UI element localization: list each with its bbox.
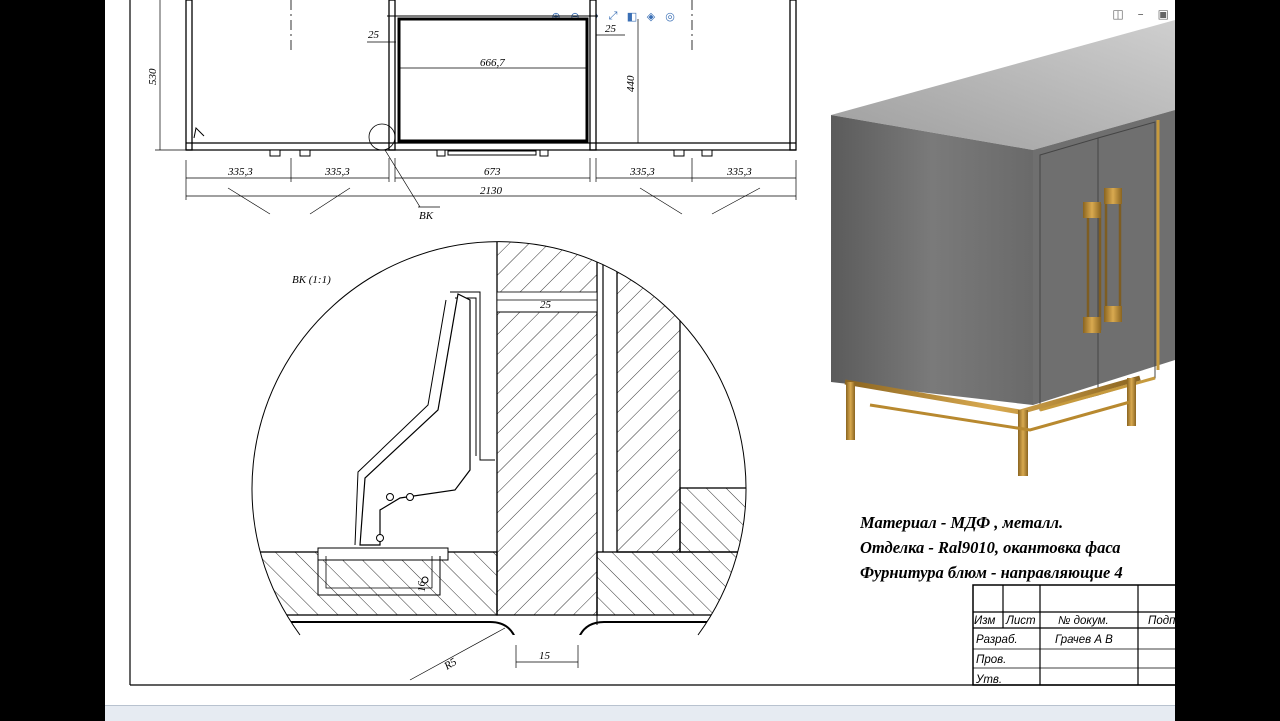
callout-label: ВК <box>419 210 434 222</box>
detail-dim-16: 16 <box>416 581 428 593</box>
dim-440: 440 <box>625 75 637 92</box>
dim-25-right: 25 <box>605 23 617 35</box>
tb-row-prov-label: Пров. <box>976 654 1006 666</box>
dim-bottom-e: 335,3 <box>726 166 752 178</box>
dim-25-left: 25 <box>368 29 380 41</box>
detail-dim-r5: R5 <box>441 656 459 673</box>
material-notes: Материал - МДФ , металл. Отделка - Ral90… <box>860 510 1175 585</box>
dim-bottom-c: 673 <box>484 166 501 178</box>
dim-bottom-d: 335,3 <box>629 166 655 178</box>
dim-530: 530 <box>147 68 159 85</box>
dim-bottom-a: 335,3 <box>227 166 253 178</box>
cabinet-render <box>822 20 1175 480</box>
detail-dim-25: 25 <box>540 299 552 311</box>
status-bar <box>105 705 1175 721</box>
technical-drawing: 530 25 666,7 25 440 335,3 335,3 673 335,… <box>129 0 1175 686</box>
note-hardware: Фурнитура блюм - направляющие 4 <box>860 563 1123 582</box>
tb-header-doc: № докум. <box>1058 615 1109 627</box>
section-view <box>155 0 797 215</box>
note-finish: Отделка - Ral9010, окантовка фаса <box>860 538 1121 557</box>
dim-bottom-b: 335,3 <box>324 166 350 178</box>
tb-header-izm: Изм <box>974 615 995 627</box>
tb-row-razrab-label: Разраб. <box>976 634 1018 646</box>
drawing-sheet: ⊕ ⊖ ↻ ⤢ ◧ ◈ ◎ ◫ – ▣ <box>105 0 1175 705</box>
detail-dim-15: 15 <box>539 650 551 662</box>
dim-666: 666,7 <box>480 57 505 69</box>
tb-header-list: Лист <box>1005 615 1036 627</box>
note-material: Материал - МДФ , металл. <box>860 513 1064 532</box>
tb-header-podp: Подп <box>1148 615 1175 627</box>
dim-total: 2130 <box>480 185 503 197</box>
tb-row-utv-label: Утв. <box>975 674 1002 686</box>
detail-title: ВК (1:1) <box>292 274 331 286</box>
tb-row-razrab-name: Грачев А В <box>1055 634 1113 646</box>
